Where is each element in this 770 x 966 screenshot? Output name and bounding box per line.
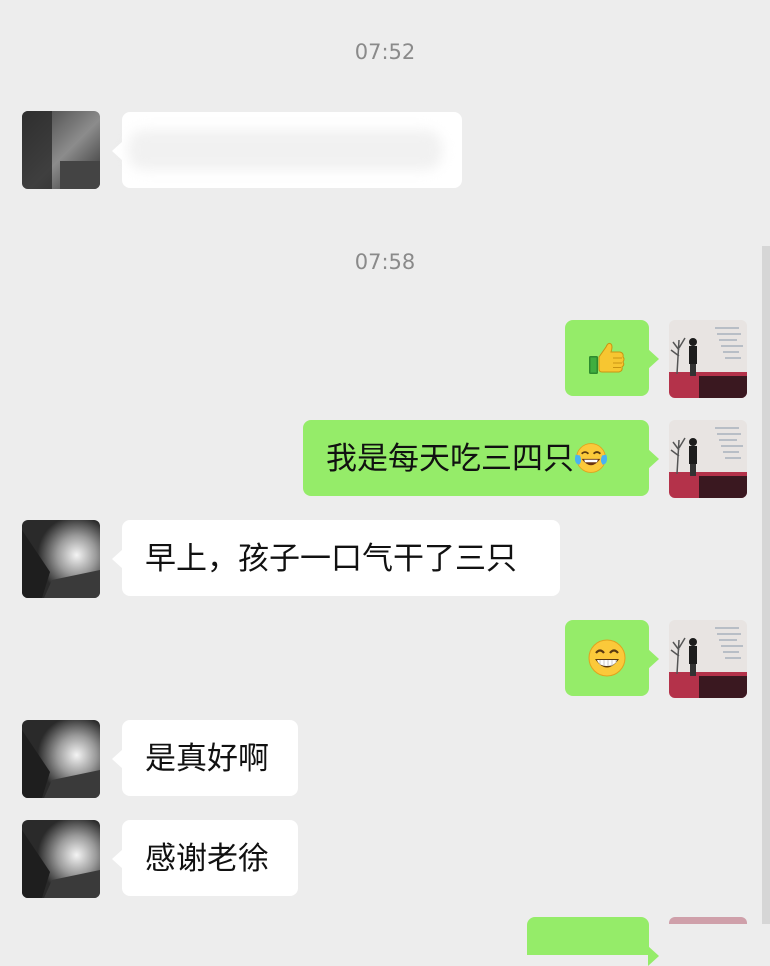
contact-avatar-image (22, 820, 100, 898)
laughing-crying-icon (574, 443, 608, 473)
my-avatar-image (669, 420, 747, 498)
contact-avatar[interactable] (22, 111, 100, 189)
contact-avatar-image (22, 111, 100, 189)
blurred-content (128, 130, 442, 170)
message-bubble-outgoing[interactable]: 我是每天吃三四只 (303, 420, 659, 496)
my-avatar-partial (669, 917, 747, 924)
message-bubble-incoming[interactable]: 早上，孩子一口气干了三只 (112, 520, 560, 596)
contact-avatar-image (22, 520, 100, 598)
my-avatar-image (669, 620, 747, 698)
message-text: 感谢老徐 (145, 841, 269, 877)
contact-avatar[interactable] (22, 520, 100, 598)
message-bubble-outgoing[interactable] (565, 320, 659, 396)
message-bubble-incoming[interactable]: 是真好啊 (112, 720, 298, 796)
contact-avatar[interactable] (22, 820, 100, 898)
my-avatar-image (669, 320, 747, 398)
contact-avatar[interactable] (22, 720, 100, 798)
timestamp: 07:52 (354, 40, 416, 64)
message-text: 是真好啊 (145, 741, 269, 777)
message-bubble-incoming[interactable]: 感谢老徐 (112, 820, 298, 896)
grinning-face-icon (588, 639, 626, 677)
thumbs-up-icon (589, 342, 625, 374)
message-text: 早上，孩子一口气干了三只 (145, 541, 517, 577)
timestamp: 07:58 (354, 250, 416, 274)
message-text: 我是每天吃三四只 (326, 441, 574, 477)
message-bubble-blurred[interactable] (112, 112, 462, 188)
scrollbar[interactable] (762, 246, 770, 924)
contact-avatar-image (22, 720, 100, 798)
message-bubble-outgoing-partial[interactable] (527, 917, 659, 966)
my-avatar[interactable] (669, 620, 747, 698)
my-avatar[interactable] (669, 320, 747, 398)
my-avatar[interactable] (669, 420, 747, 498)
message-bubble-outgoing[interactable] (565, 620, 659, 696)
